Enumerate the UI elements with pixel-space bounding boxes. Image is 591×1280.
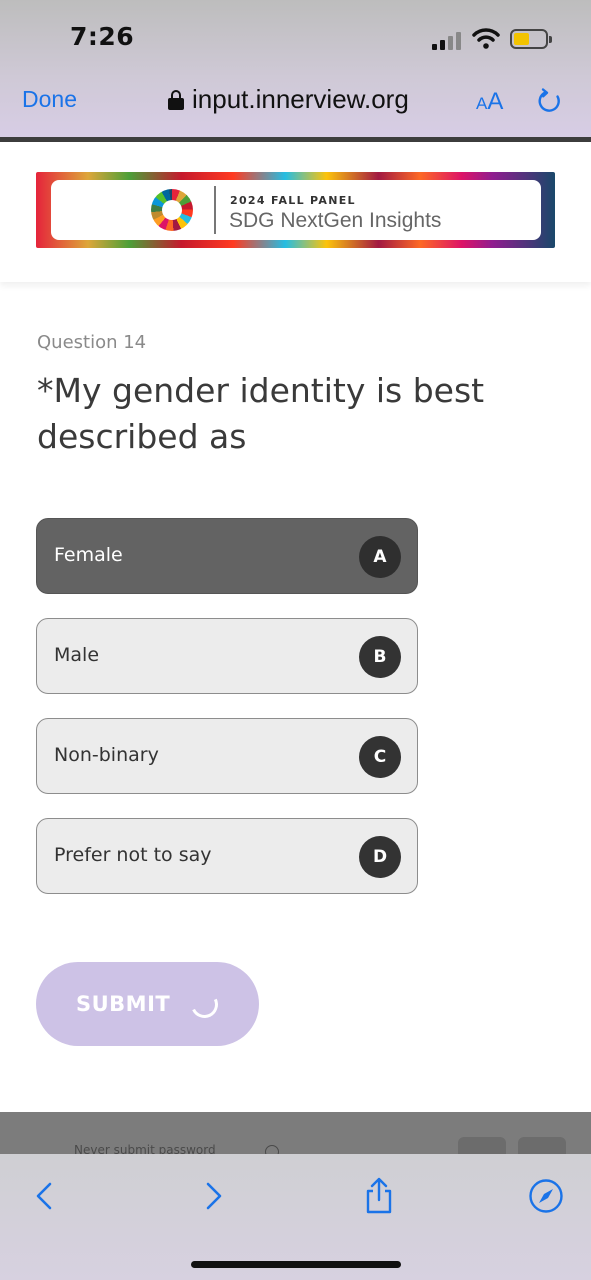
share-icon[interactable] xyxy=(359,1176,399,1216)
compass-icon[interactable] xyxy=(526,1176,566,1216)
survey-header: 2024 FALL PANEL SDG NextGen Insights xyxy=(0,142,591,282)
question-number: Question 14 xyxy=(37,332,147,353)
browser-bottom-toolbar xyxy=(0,1154,591,1280)
password-warning-bar: Never submit password xyxy=(0,1112,591,1156)
submit-button[interactable]: SUBMIT xyxy=(36,962,259,1046)
question-text: *My gender identity is best described as xyxy=(37,371,485,456)
option-non-binary[interactable]: Non-binary C xyxy=(36,718,418,794)
chevron-right-icon[interactable] xyxy=(194,1176,234,1216)
banner-panel-label: 2024 FALL PANEL xyxy=(230,194,356,207)
loading-spinner-icon xyxy=(187,987,222,1022)
home-indicator xyxy=(191,1261,401,1268)
done-button[interactable]: Done xyxy=(22,86,77,113)
option-key-badge: A xyxy=(359,536,401,578)
lock-icon xyxy=(168,89,184,110)
chevron-left-icon[interactable] xyxy=(24,1176,64,1216)
url-text: input.innerview.org xyxy=(192,84,409,114)
banner-panel: 2024 FALL PANEL SDG NextGen Insights xyxy=(51,180,541,240)
option-key-badge: B xyxy=(359,636,401,678)
address-bar[interactable]: input.innerview.org xyxy=(168,84,409,115)
text-size-small-glyph: A xyxy=(476,94,488,113)
submit-label: SUBMIT xyxy=(76,992,171,1016)
status-time: 7:26 xyxy=(70,22,135,51)
wifi-icon xyxy=(472,28,500,49)
option-key-badge: C xyxy=(359,736,401,778)
text-size-button[interactable]: AA xyxy=(476,88,503,116)
sdg-wheel-logo xyxy=(151,189,193,231)
battery-icon xyxy=(510,29,552,49)
banner-title: SDG NextGen Insights xyxy=(229,209,442,232)
browser-top-chrome: 7:26 Done input.innerview.org AA xyxy=(0,0,591,140)
option-label: Non-binary xyxy=(54,744,159,766)
cellular-signal-icon xyxy=(432,30,464,50)
option-label: Male xyxy=(54,644,100,666)
sdg-banner: 2024 FALL PANEL SDG NextGen Insights xyxy=(36,172,555,248)
option-label: Prefer not to say xyxy=(54,844,212,866)
option-male[interactable]: Male B xyxy=(36,618,418,694)
text-size-large-glyph: A xyxy=(487,88,504,115)
option-prefer-not-to-say[interactable]: Prefer not to say D xyxy=(36,818,418,894)
option-key-badge: D xyxy=(359,836,401,878)
reload-icon[interactable] xyxy=(536,87,564,115)
banner-divider xyxy=(214,186,216,234)
option-female[interactable]: Female A xyxy=(36,518,418,594)
option-label: Female xyxy=(54,544,123,566)
